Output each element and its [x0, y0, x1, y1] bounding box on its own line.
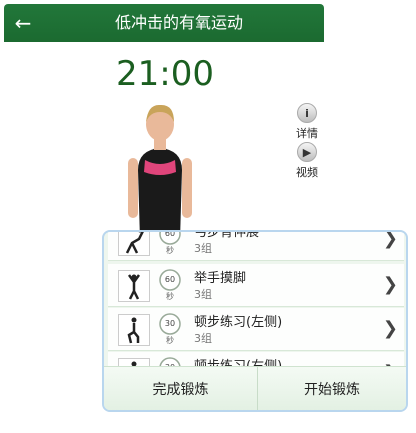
info-icon: i — [297, 103, 317, 123]
exercise-thumbnail — [118, 314, 150, 346]
exercise-name: 举手摸脚 — [194, 271, 247, 286]
exercise-row-1[interactable]: 60 秒 弓步背伸展 3组 ❯ — [108, 232, 404, 261]
chevron-right-icon: ❯ — [382, 274, 398, 295]
exercise-duration-unit: 秒 — [166, 246, 174, 255]
details-button[interactable]: i 详情 — [287, 103, 327, 141]
exercise-duration: 30 — [164, 319, 176, 328]
details-label: 详情 — [296, 127, 318, 140]
exercise-panel: 60 秒 弓步背伸展 3组 ❯ 60 秒 举手摸脚 3组 ❯ 30 秒 顿步练习… — [102, 230, 408, 412]
page-title: 低冲击的有氧运动 — [114, 13, 243, 32]
exercise-demo-figure — [128, 104, 192, 240]
exercise-duration-unit: 秒 — [166, 336, 174, 345]
exercise-row-3[interactable]: 30 秒 顿步练习(左侧) 3组 ❯ — [108, 308, 404, 351]
video-label: 视频 — [296, 166, 318, 179]
exercise-sets: 3组 — [194, 332, 212, 345]
video-camera-icon: ▶ — [297, 142, 317, 162]
exercise-thumbnail — [118, 270, 150, 302]
chevron-right-icon: ❯ — [382, 232, 398, 249]
exercise-duration: 60 — [164, 232, 176, 238]
exercise-sets: 3组 — [194, 288, 212, 301]
back-arrow-icon[interactable]: ← — [10, 10, 36, 36]
exercise-list[interactable]: 60 秒 弓步背伸展 3组 ❯ 60 秒 举手摸脚 3组 ❯ 30 秒 顿步练习… — [104, 232, 406, 368]
action-bar: 完成锻炼 开始锻炼 — [104, 366, 406, 410]
exercise-thumbnail — [118, 232, 150, 256]
exercise-name: 弓步背伸展 — [194, 232, 260, 240]
app-bar: ← 低冲击的有氧运动 — [4, 4, 324, 42]
finish-workout-button[interactable]: 完成锻炼 — [104, 367, 258, 410]
countdown-timer: 21:00 — [116, 54, 214, 94]
chevron-right-icon: ❯ — [382, 318, 398, 339]
exercise-row-2[interactable]: 60 秒 举手摸脚 3组 ❯ — [108, 264, 404, 307]
exercise-sets: 3组 — [194, 242, 212, 255]
exercise-duration-unit: 秒 — [166, 292, 174, 301]
start-workout-button[interactable]: 开始锻炼 — [258, 367, 406, 410]
video-button[interactable]: ▶ 视频 — [287, 142, 327, 180]
exercise-duration: 60 — [164, 275, 176, 284]
exercise-name: 顿步练习(左侧) — [194, 315, 283, 330]
